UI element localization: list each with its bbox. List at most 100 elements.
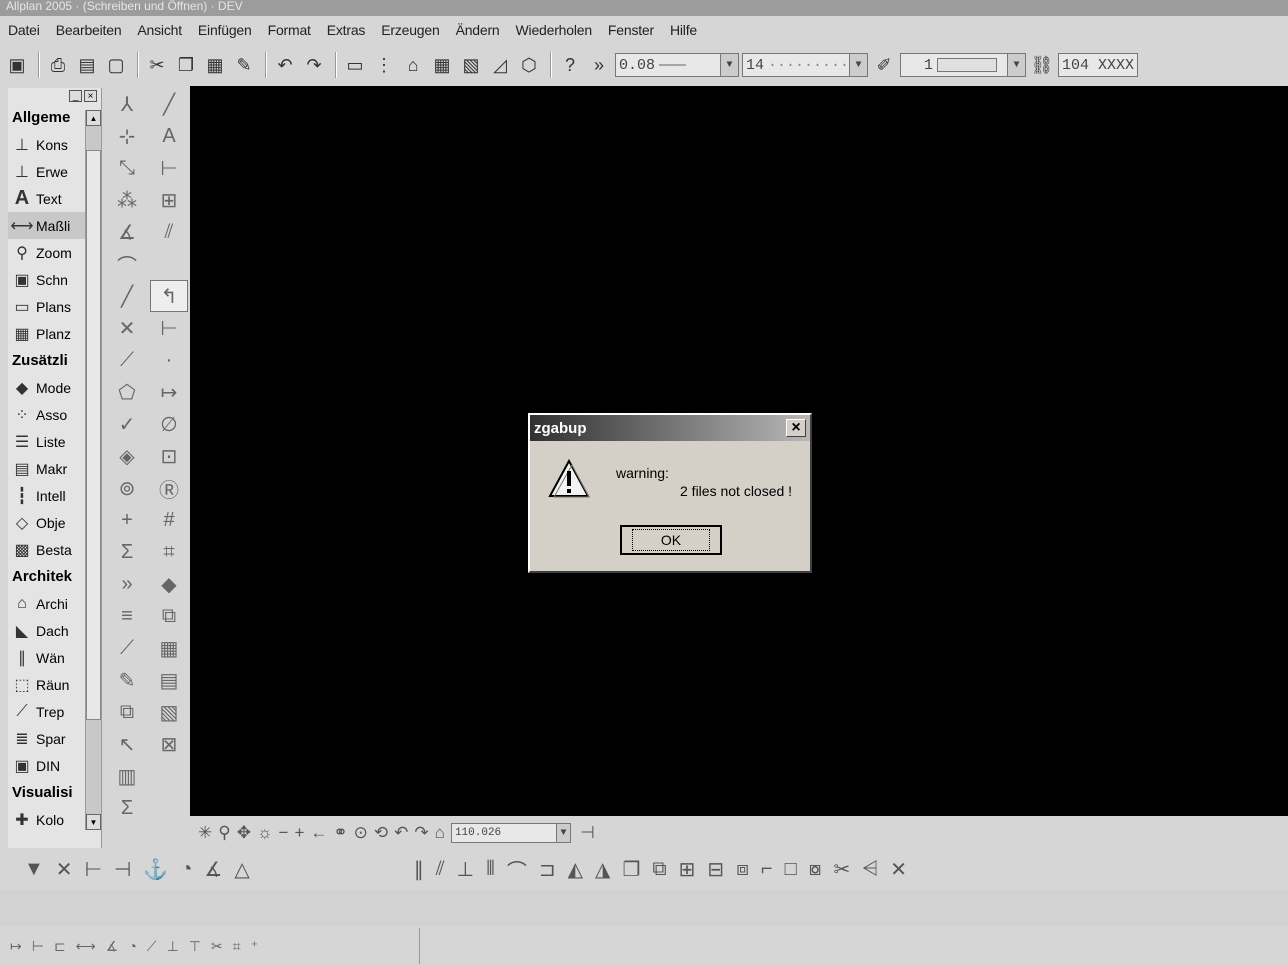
chevron-down-icon[interactable]: ▼ bbox=[1007, 54, 1025, 76]
dim-chain-icon[interactable]: ⟷ bbox=[76, 938, 96, 955]
undo-view-icon[interactable]: ↶ bbox=[394, 823, 408, 843]
offset-icon[interactable]: ⫽ bbox=[436, 858, 445, 881]
bars-icon[interactable]: ⦀ bbox=[486, 858, 495, 881]
dim-value-icon[interactable]: ⊢ bbox=[32, 938, 44, 955]
image-icon[interactable]: ▧ bbox=[458, 52, 484, 78]
lines-icon[interactable]: ≡ bbox=[108, 600, 146, 632]
undo-icon[interactable]: ↶ bbox=[272, 52, 298, 78]
circle-slash-icon[interactable]: ∅ bbox=[150, 408, 188, 440]
copy-icon[interactable]: ❐ bbox=[173, 52, 199, 78]
layer-combo[interactable]: 104 XXXX bbox=[1058, 53, 1138, 77]
document-x-icon[interactable]: ⊠ bbox=[150, 728, 188, 760]
dim-grid-icon[interactable]: ⌗ bbox=[233, 938, 241, 955]
redo-icon[interactable]: ↷ bbox=[301, 52, 327, 78]
menu-fenster[interactable]: Fenster bbox=[608, 22, 654, 38]
rotate-icon[interactable]: ⟲ bbox=[374, 823, 388, 843]
dimension-v-icon[interactable]: ⊣ bbox=[114, 857, 131, 882]
scrollbar-thumb[interactable] bbox=[86, 150, 101, 720]
frame-icon[interactable]: ⊡ bbox=[150, 440, 188, 472]
stack-tool-icon[interactable]: ⧈ bbox=[736, 858, 749, 881]
dim-slope-icon[interactable]: ⟋ bbox=[147, 938, 157, 955]
help-pointer-icon[interactable]: ? bbox=[557, 52, 583, 78]
menu-bearbeiten[interactable]: Bearbeiten bbox=[56, 22, 122, 38]
dropdown-icon[interactable]: ▼ bbox=[24, 858, 44, 881]
chevron-down-icon[interactable]: ▼ bbox=[555, 824, 570, 842]
delete-icon[interactable]: ✕ bbox=[890, 857, 907, 882]
print-preview-icon[interactable]: ▤ bbox=[74, 52, 100, 78]
color-combo[interactable]: 1 ▼ bbox=[900, 53, 1026, 77]
scroll-down-icon[interactable]: ▼ bbox=[86, 814, 101, 830]
transform-icon[interactable]: ⤡ bbox=[108, 152, 146, 184]
save-icon[interactable]: ▣ bbox=[4, 52, 30, 78]
slanted-lines-icon[interactable]: ⫽ bbox=[150, 216, 188, 248]
dimension-box-icon[interactable]: ⊞ bbox=[150, 184, 188, 216]
document-icon[interactable]: ▤ bbox=[150, 664, 188, 696]
line-type-combo[interactable]: 14 ·········· ▼ bbox=[742, 53, 868, 77]
calculator-tool-icon[interactable]: ▦ bbox=[150, 632, 188, 664]
dimension-bracket-icon[interactable]: ⊢ bbox=[150, 312, 188, 344]
overflow-chevron-icon[interactable]: » bbox=[586, 52, 612, 78]
3d-view-icon[interactable]: ⬡ bbox=[516, 52, 542, 78]
fill-icon[interactable]: ◆ bbox=[150, 568, 188, 600]
scale-combo[interactable]: 110.026 ▼ bbox=[450, 823, 571, 843]
dim-radius-icon[interactable]: ◔ bbox=[128, 938, 136, 954]
cut-icon[interactable]: ✂ bbox=[144, 52, 170, 78]
layer-icon[interactable]: ▭ bbox=[342, 52, 368, 78]
scatter-icon[interactable]: ⁂ bbox=[108, 184, 146, 216]
dim-text-icon[interactable]: ⁺ bbox=[251, 938, 258, 955]
redo-view-icon[interactable]: ↷ bbox=[414, 823, 428, 843]
chevron-down-icon[interactable]: ▼ bbox=[849, 54, 867, 76]
paste-icon[interactable]: ▦ bbox=[202, 52, 228, 78]
group-icon[interactable]: ⊞ bbox=[679, 857, 696, 882]
pen-thickness-combo[interactable]: 0.08 ——— ▼ bbox=[615, 53, 739, 77]
table-icon[interactable]: ▥ bbox=[108, 760, 146, 792]
small-mark-icon[interactable]: · bbox=[150, 344, 188, 376]
minus-icon[interactable]: − bbox=[279, 823, 289, 843]
parallel-icon[interactable]: ∥ bbox=[414, 857, 424, 882]
measure-icon[interactable]: ◿ bbox=[487, 52, 513, 78]
square-icon[interactable]: □ bbox=[785, 858, 797, 881]
cross-arrows-icon[interactable]: ✕ bbox=[56, 857, 73, 882]
line-icon[interactable]: ╱ bbox=[108, 280, 146, 312]
dim-bracket-icon[interactable]: ⊏ bbox=[54, 938, 66, 955]
format-brush-icon[interactable]: ✎ bbox=[231, 52, 257, 78]
pan-icon[interactable]: ✥ bbox=[237, 823, 251, 843]
calculator-icon[interactable]: ▦ bbox=[429, 52, 455, 78]
camera-icon[interactable]: ⊙ bbox=[354, 823, 368, 843]
baseline-icon[interactable]: ⊥ bbox=[457, 857, 474, 882]
plus-icon[interactable]: + bbox=[294, 823, 304, 843]
angle-tool-icon[interactable]: ∡ bbox=[204, 857, 222, 882]
menu-hilfe[interactable]: Hilfe bbox=[670, 22, 697, 38]
print-icon[interactable]: ⎙ bbox=[45, 52, 71, 78]
dim-cut-icon[interactable]: ✂ bbox=[211, 938, 223, 955]
ungroup-icon[interactable]: ⊟ bbox=[707, 857, 724, 882]
plus-icon[interactable]: + bbox=[108, 504, 146, 536]
dim-angle-icon[interactable]: ∡ bbox=[106, 938, 119, 955]
dim-elevation-icon[interactable]: ⊥ bbox=[167, 938, 179, 955]
fast-forward-icon[interactable]: » bbox=[108, 568, 146, 600]
triangle-icon[interactable]: △ bbox=[234, 857, 249, 882]
dimension-h-icon[interactable]: ⊢ bbox=[85, 857, 102, 882]
arrow-dimension-icon[interactable]: ↦ bbox=[150, 376, 188, 408]
menu-einfuegen[interactable]: Einfügen bbox=[198, 22, 252, 38]
menu-format[interactable]: Format bbox=[268, 22, 311, 38]
sidebar-scrollbar[interactable]: ▲ ▼ bbox=[85, 110, 101, 830]
chevron-down-icon[interactable]: ▼ bbox=[720, 54, 738, 76]
open-folder-icon[interactable]: ⌂ bbox=[400, 52, 426, 78]
close-icon[interactable]: × bbox=[84, 90, 97, 102]
mirror-copy-icon[interactable]: ◮ bbox=[595, 857, 610, 882]
pen-icon[interactable]: ✐ bbox=[871, 52, 897, 78]
diamond-icon[interactable]: ◈ bbox=[108, 440, 146, 472]
diagonal-line-icon[interactable]: ⟋ bbox=[108, 632, 146, 664]
point-icon[interactable]: ⅄ bbox=[108, 88, 146, 120]
overlay-icon[interactable]: ⧇ bbox=[809, 858, 822, 881]
link-icon[interactable]: ⚭ bbox=[333, 823, 347, 843]
star-icon[interactable]: ☼ bbox=[257, 823, 273, 843]
text-tool-icon[interactable]: A bbox=[150, 120, 188, 152]
close-icon[interactable]: × bbox=[786, 419, 806, 437]
arrow-left-icon[interactable]: ← bbox=[310, 823, 327, 843]
menu-datei[interactable]: Datei bbox=[8, 22, 40, 38]
line-tool-icon[interactable]: ╱ bbox=[150, 88, 188, 120]
angle-icon[interactable]: ∡ bbox=[108, 216, 146, 248]
stack-icon[interactable]: ⧉ bbox=[150, 600, 188, 632]
